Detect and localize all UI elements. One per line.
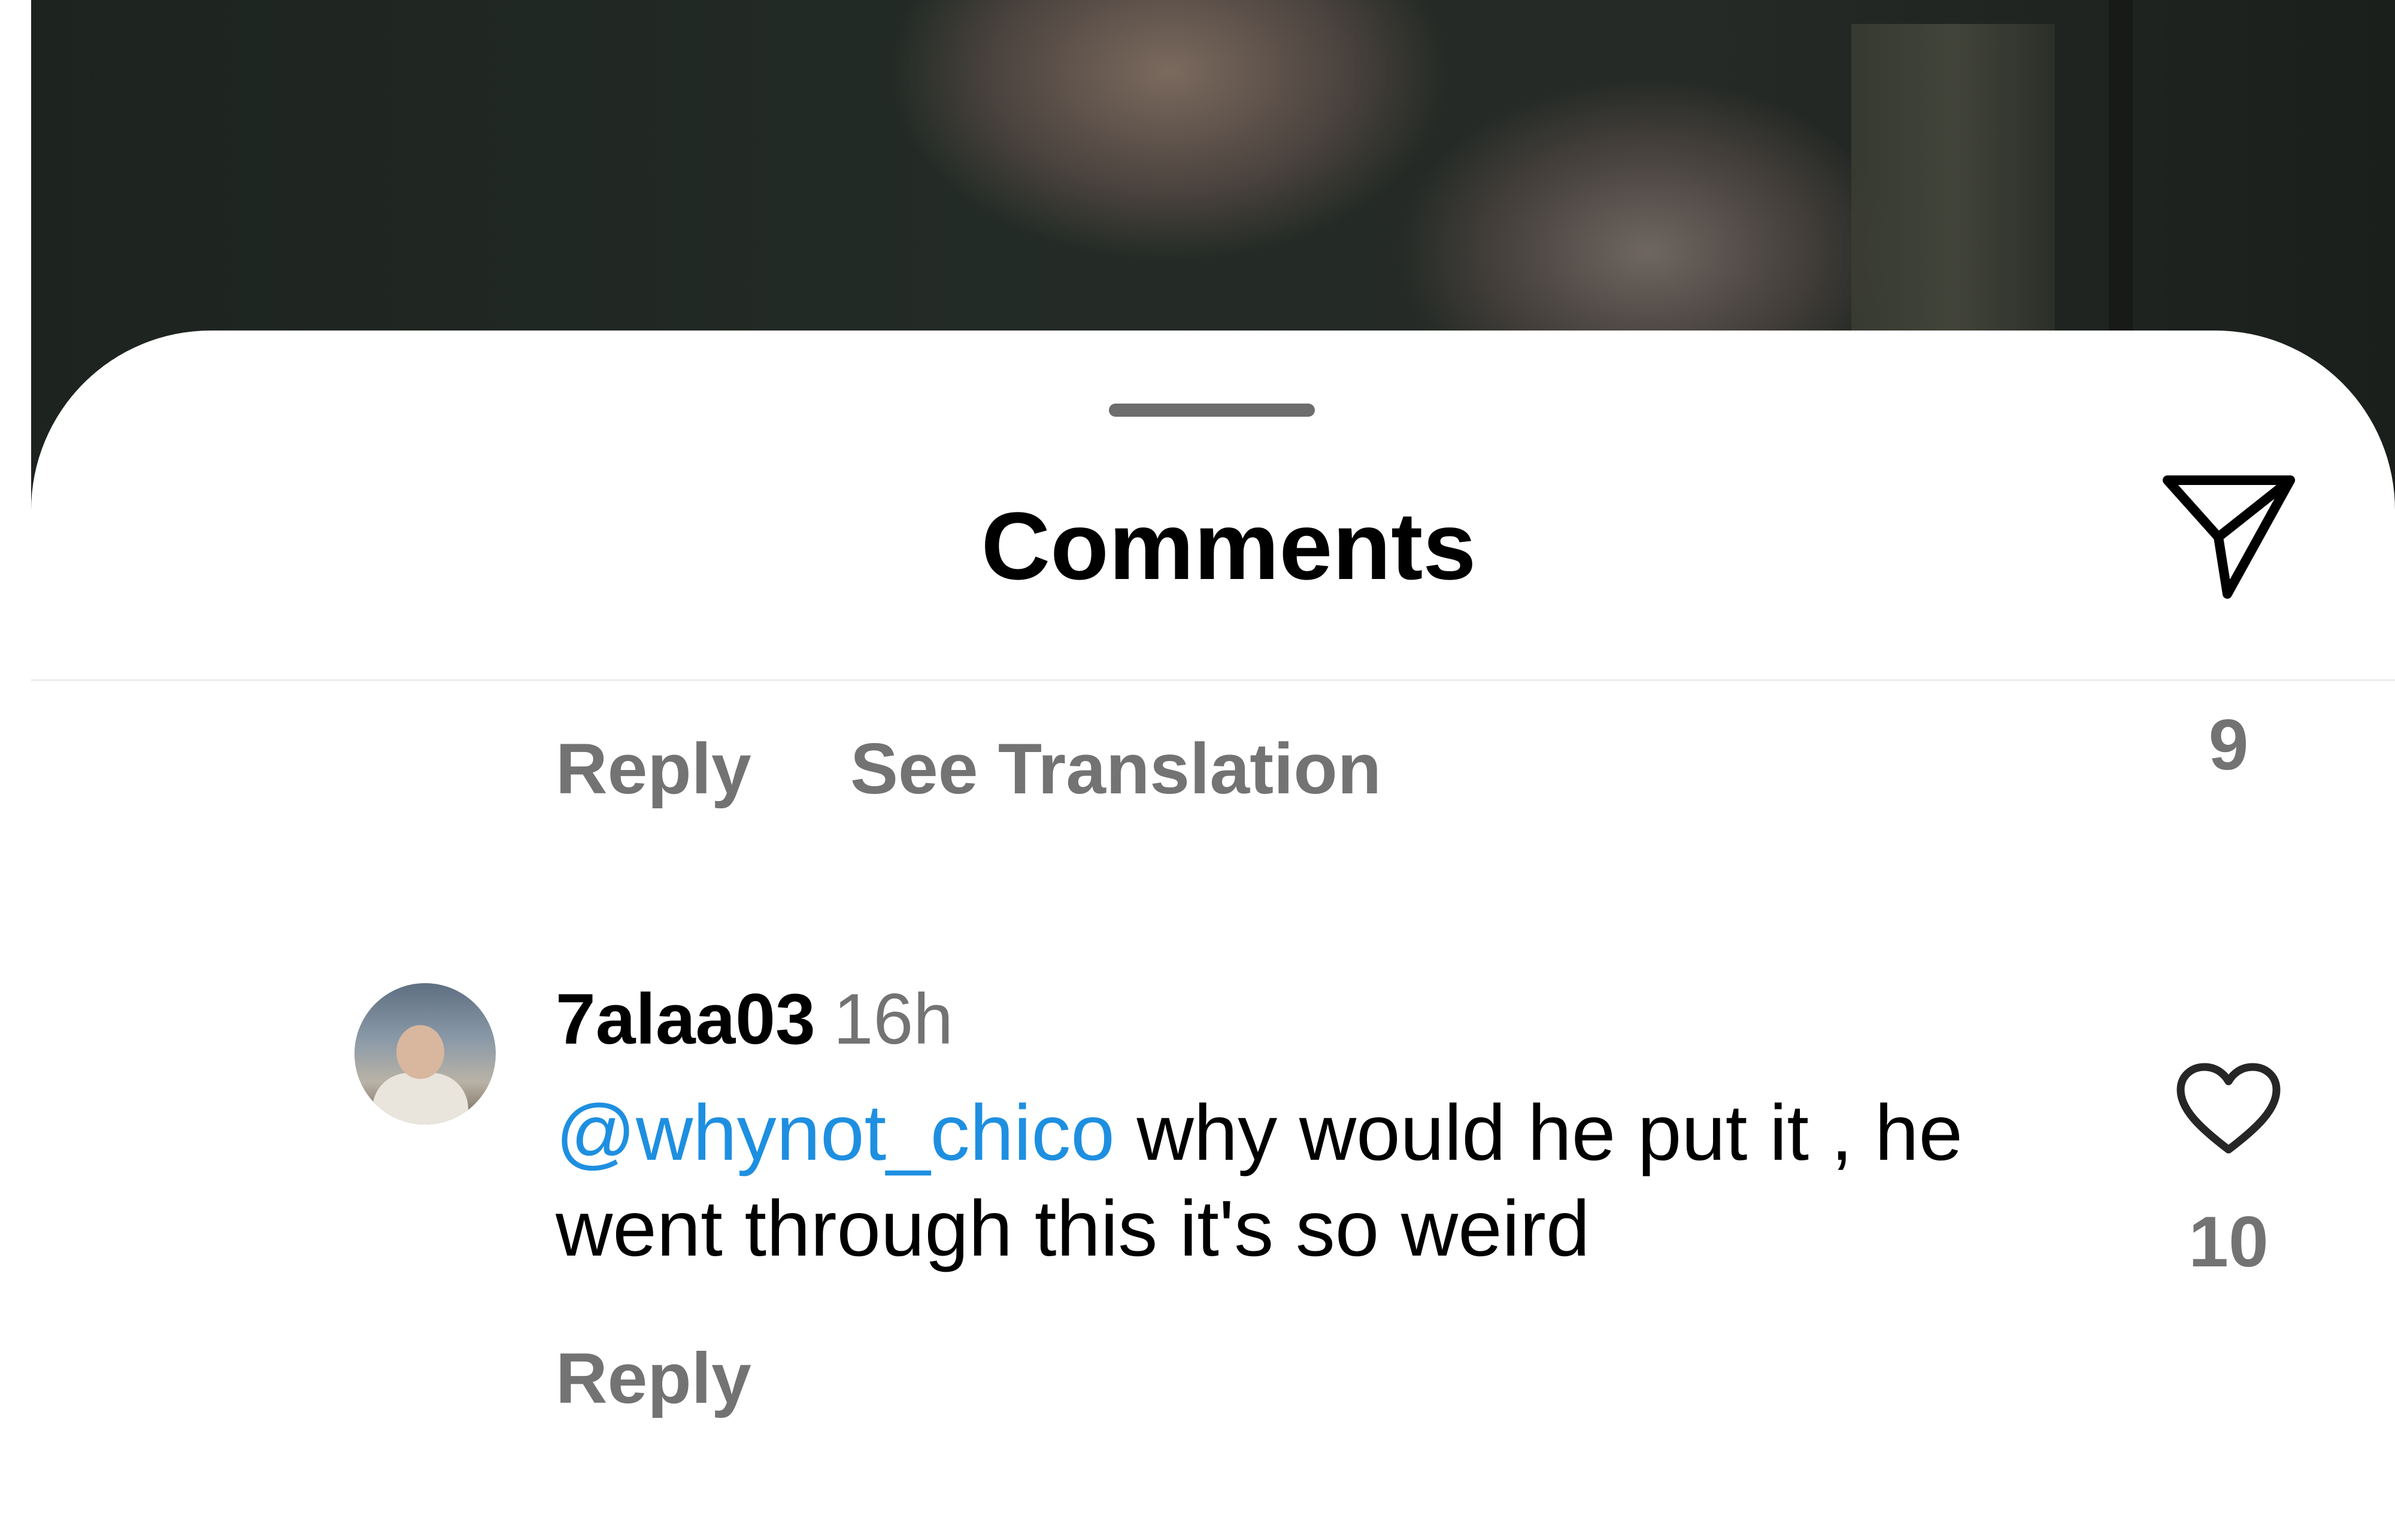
heart-outline-icon [2176,1063,2281,1154]
share-button[interactable] [2156,474,2299,606]
like-button[interactable] [2175,1061,2282,1157]
header-divider [31,679,2395,681]
like-count: 10 [2188,1202,2269,1282]
comment-mention-link[interactable]: @whynot_chico [556,1089,1115,1177]
reply-button-previous[interactable]: Reply [556,733,751,805]
drag-handle-icon[interactable] [1109,404,1315,417]
sheet-title: Comments [981,492,1477,599]
comment-text: @whynot_chico why would he put it , he w… [556,1085,2053,1277]
like-count-previous: 9 [2208,705,2249,785]
avatar-photo-body [372,1073,468,1124]
comments-screen: Comments Reply See Translation 9 7alaa03… [0,0,2395,1540]
comment-timestamp: 16h [833,979,953,1059]
send-icon [2163,475,2295,599]
avatar-photo-face [396,1025,444,1079]
comment-username[interactable]: 7alaa03 [556,979,815,1059]
avatar[interactable] [354,983,496,1124]
comment-meta: 7alaa03 16h [556,983,953,1055]
see-translation-button[interactable]: See Translation [850,733,1381,805]
comments-bottom-sheet: Comments Reply See Translation 9 7alaa03… [31,331,2395,1540]
reply-button[interactable]: Reply [556,1342,751,1414]
